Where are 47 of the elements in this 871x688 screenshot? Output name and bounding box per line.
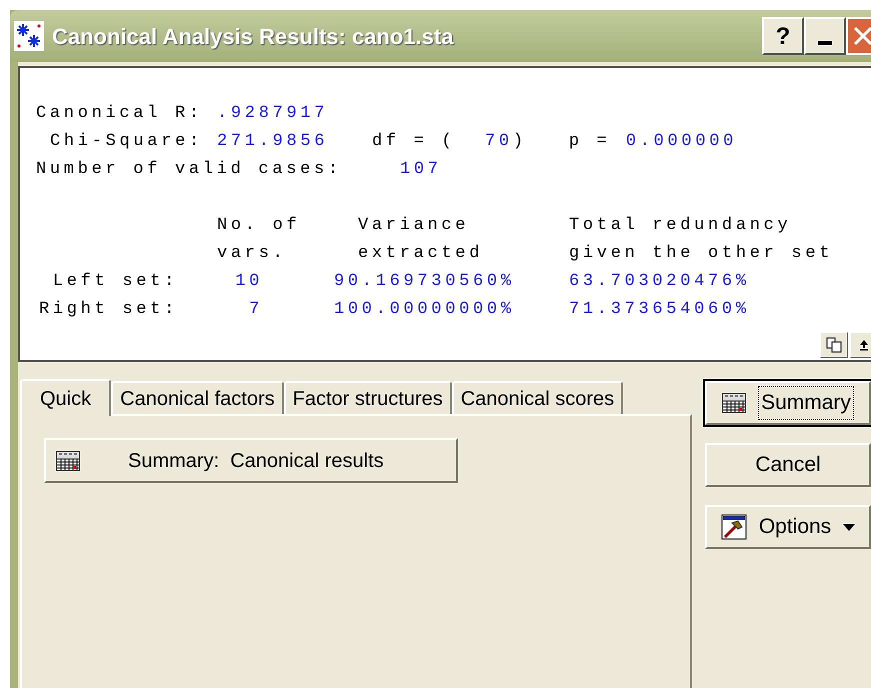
p-value: 0.000000 [626, 131, 738, 153]
options-button[interactable]: Options [705, 505, 871, 549]
valid-cases-label: Number of valid cases: [36, 159, 343, 181]
table-value: 63.703020476% [569, 271, 750, 293]
tab[interactable]: Factor structures [284, 381, 452, 414]
up-arrow-icon [859, 339, 869, 351]
tab[interactable]: Quick [20, 379, 112, 416]
summary-button[interactable]: Summary [705, 381, 871, 425]
spreadsheet-icon [722, 393, 746, 413]
table-value: 71.373654060% [569, 299, 750, 321]
spreadsheet-icon [56, 450, 80, 470]
column-header: No. of [217, 215, 302, 237]
column-header: Variance [358, 215, 470, 237]
column-header: vars. [217, 243, 288, 265]
row-label: Right set: [38, 299, 178, 321]
table-value: 7 [248, 299, 263, 321]
chi-square-label: Chi-Square: [50, 131, 204, 153]
chi-square-value: 271.9856 [217, 131, 330, 153]
close-icon [853, 26, 871, 46]
tab[interactable]: Canonical scores [452, 381, 624, 414]
table-value: 90.169730560% [334, 271, 516, 293]
df-close: ) [512, 131, 528, 153]
canonical-r-value: .9287917 [217, 103, 328, 125]
close-button[interactable] [846, 17, 871, 55]
copy-icon [826, 337, 842, 353]
window-title: Canonical Analysis Results: cano1.sta [52, 22, 455, 51]
hammer-icon [720, 514, 747, 540]
canonical-r-label: Canonical R: [36, 103, 204, 125]
df-label: df = ( [372, 131, 456, 153]
column-header: given the other set [569, 243, 834, 265]
p-label: p = [568, 131, 612, 153]
collapse-button[interactable] [850, 332, 871, 358]
help-button[interactable]: ? [762, 17, 804, 55]
row-label: Left set: [52, 271, 178, 293]
column-header: Total redundancy [569, 215, 792, 237]
snowflake-icon [14, 21, 44, 51]
summary-canonical-results-button[interactable]: Summary: Canonical results [44, 438, 458, 483]
copy-button[interactable] [820, 332, 848, 358]
minimize-button[interactable] [804, 17, 846, 55]
column-header: extracted [358, 243, 484, 265]
table-value: 100.00000000% [334, 299, 516, 321]
tab[interactable]: Canonical factors [111, 381, 284, 414]
cancel-button[interactable]: Cancel [705, 443, 871, 487]
df-value: 70 [485, 131, 513, 153]
valid-cases-value: 107 [400, 159, 442, 181]
dropdown-caret-icon [843, 524, 856, 530]
table-value: 10 [234, 271, 263, 293]
